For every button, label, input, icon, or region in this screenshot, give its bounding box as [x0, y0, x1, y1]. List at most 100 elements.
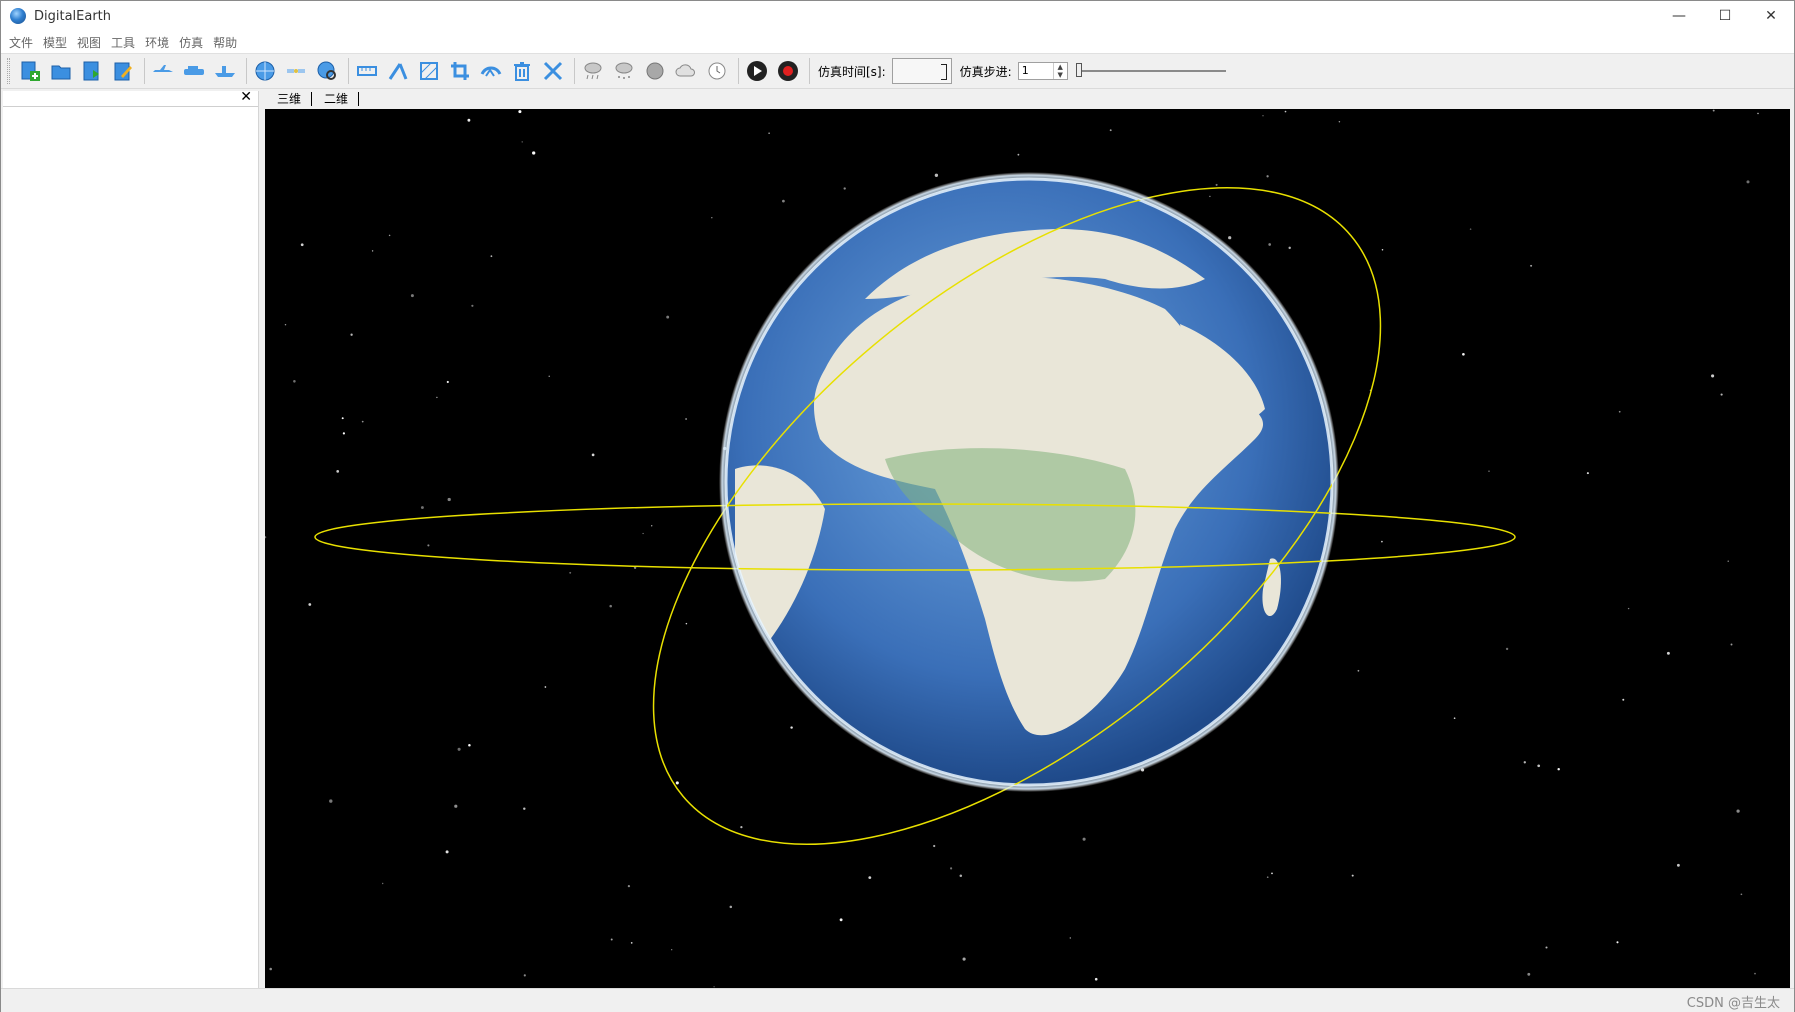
ruler-icon[interactable]: [353, 57, 381, 85]
star: [1284, 110, 1287, 113]
star: [1082, 837, 1086, 841]
star: [445, 850, 449, 854]
star: [1266, 876, 1269, 879]
crop-icon[interactable]: [446, 57, 474, 85]
star: [685, 622, 688, 625]
close-button[interactable]: ✕: [1748, 1, 1794, 31]
toolbar: 仿真时间[s]: 仿真步进: 1 ▲ ▼: [1, 53, 1794, 89]
menu-view[interactable]: 视图: [73, 34, 105, 51]
sim-step-slider[interactable]: [1075, 61, 1226, 81]
star: [490, 255, 493, 258]
globe-scene: [265, 109, 1759, 988]
star: [1215, 183, 1218, 186]
menu-help[interactable]: 帮助: [209, 34, 241, 51]
star: [446, 380, 449, 384]
star: [1720, 393, 1723, 396]
star: [1266, 175, 1269, 178]
edit-document-icon[interactable]: [109, 57, 137, 85]
star: [420, 506, 424, 510]
play-icon[interactable]: [743, 57, 771, 85]
menu-environment[interactable]: 环境: [141, 34, 173, 51]
star: [1271, 872, 1273, 875]
star: [427, 544, 430, 547]
minimize-button[interactable]: —: [1656, 1, 1702, 31]
toolbar-separator: [246, 58, 247, 84]
star: [868, 876, 872, 879]
slider-thumb[interactable]: [1075, 63, 1082, 77]
menu-file[interactable]: 文件: [5, 34, 37, 51]
menu-model[interactable]: 模型: [39, 34, 71, 51]
globe-viewport[interactable]: [265, 109, 1790, 988]
sim-time-field[interactable]: [891, 58, 952, 84]
satellite-icon[interactable]: [282, 57, 310, 85]
star: [768, 132, 770, 134]
clock-icon[interactable]: [703, 57, 731, 85]
star: [382, 882, 384, 885]
menu-tools[interactable]: 工具: [107, 34, 139, 51]
star: [1381, 540, 1383, 543]
export-icon[interactable]: [78, 57, 106, 85]
star: [269, 967, 272, 971]
star: [308, 603, 312, 606]
star: [1754, 972, 1756, 975]
new-file-icon[interactable]: [16, 57, 44, 85]
aircraft-icon[interactable]: [149, 57, 177, 85]
toolbar-separator: [144, 58, 145, 84]
panel-close-icon[interactable]: ✕: [240, 89, 252, 105]
star: [265, 536, 267, 539]
star: [518, 110, 522, 114]
star: [651, 525, 653, 527]
star: [711, 216, 713, 219]
view-tabs: 三维 二维: [265, 89, 1790, 109]
star: [675, 781, 679, 785]
star: [1712, 109, 1715, 112]
snow-icon[interactable]: [610, 57, 638, 85]
fog-icon[interactable]: [641, 57, 669, 85]
rain-icon[interactable]: [579, 57, 607, 85]
star: [610, 938, 613, 941]
star: [1505, 647, 1509, 651]
star: [1530, 264, 1533, 267]
vehicle-icon[interactable]: [180, 57, 208, 85]
globe-search-icon[interactable]: [313, 57, 341, 85]
ship-icon[interactable]: [211, 57, 239, 85]
star: [410, 294, 414, 298]
menu-simulation[interactable]: 仿真: [175, 34, 207, 51]
star: [342, 432, 346, 435]
globe-icon[interactable]: [251, 57, 279, 85]
star: [671, 949, 673, 951]
settings-tool-icon[interactable]: [539, 57, 567, 85]
star: [729, 905, 733, 909]
visibility-icon[interactable]: [477, 57, 505, 85]
star: [361, 420, 364, 423]
star: [1527, 972, 1531, 976]
star: [521, 141, 523, 143]
star: [1676, 863, 1680, 867]
tab-2d[interactable]: 二维: [320, 92, 360, 106]
star: [1268, 243, 1272, 246]
stop-icon[interactable]: [774, 57, 802, 85]
status-bar: CSDN @吉生太: [1, 988, 1794, 1012]
cloud-icon[interactable]: [672, 57, 700, 85]
spin-arrows-icon[interactable]: ▲ ▼: [1052, 63, 1067, 79]
maximize-button[interactable]: ☐: [1702, 1, 1748, 31]
app-globe-icon: [10, 8, 26, 24]
star: [1338, 121, 1341, 123]
toolbar-grip[interactable]: [7, 58, 10, 84]
sim-step-stepper[interactable]: 1 ▲ ▼: [1017, 62, 1068, 80]
delete-icon[interactable]: [508, 57, 536, 85]
tab-3d[interactable]: 三维: [273, 92, 313, 106]
angle-measure-icon[interactable]: [384, 57, 412, 85]
star: [1666, 651, 1670, 655]
toolbar-separator: [574, 58, 575, 84]
open-folder-icon[interactable]: [47, 57, 75, 85]
star: [1453, 717, 1456, 720]
star: [1557, 767, 1560, 771]
star: [1740, 893, 1743, 896]
star: [350, 333, 353, 336]
star: [1228, 236, 1232, 240]
toolbar-separator: [348, 58, 349, 84]
star: [457, 747, 461, 751]
area-measure-icon[interactable]: [415, 57, 443, 85]
star: [1746, 180, 1750, 184]
